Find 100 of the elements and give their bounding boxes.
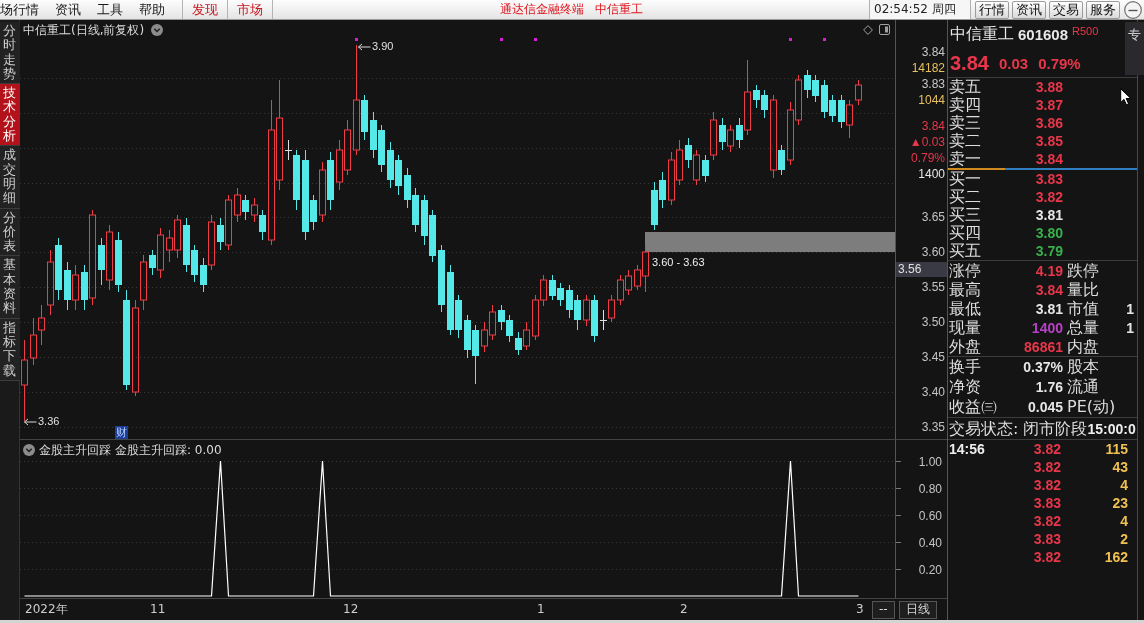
minimize-icon[interactable] (1123, 0, 1142, 19)
stat-value: 1 (1125, 299, 1135, 318)
order-label: 卖五 (949, 78, 982, 96)
order-label: 买一 (949, 170, 982, 188)
menu-item[interactable]: 帮助 (131, 0, 173, 19)
side-tab[interactable]: 分价表 (0, 208, 20, 257)
date-label: 2022年 (25, 602, 68, 616)
tick-price: 3.82 (1032, 477, 1061, 493)
order-label: 卖二 (949, 132, 982, 150)
menu-link[interactable]: 发现 (192, 0, 218, 19)
stat-value: 0.045 (1026, 398, 1063, 416)
stat-label: 最低 (949, 299, 982, 318)
side-tab[interactable]: 指标下载 (0, 318, 20, 381)
axis-marker-label: 0.79% (910, 150, 945, 166)
tick-volume: 2 (1119, 531, 1128, 547)
order-price: 3.86 (1034, 114, 1063, 132)
axis-marker-label: 3.84 (921, 118, 945, 134)
price-change-percent: 0.79% (1038, 54, 1081, 72)
tick-price: 3.82 (1032, 459, 1061, 475)
menu-item[interactable]: 场行情 (0, 0, 47, 19)
order-label: 买二 (949, 188, 982, 206)
toolbar-button[interactable]: 行情 (974, 0, 1009, 19)
tick-price: 3.83 (1032, 531, 1061, 547)
side-panel-button[interactable]: 专 (1125, 22, 1144, 75)
panel-toggle-icon[interactable] (879, 24, 890, 35)
axis-marker-label: 3.84 (921, 44, 945, 60)
order-price: 3.81 (1034, 206, 1063, 224)
axis-label: 0.20 (918, 562, 942, 577)
axis-label: 0.80 (918, 481, 942, 496)
stat-label: 净资 (949, 378, 982, 396)
clock-text: 02:54:52 周四 (869, 0, 971, 19)
axis-label: 0.60 (918, 508, 942, 523)
axis-label: 3.65 (921, 210, 945, 224)
side-tab[interactable]: 成交明细 (0, 146, 20, 209)
indicator-title: 金股主升回踩 (39, 443, 111, 457)
price-change: 0.03 (998, 54, 1029, 72)
tick-price: 3.82 (1032, 513, 1061, 529)
stat-label: 流通 (1066, 378, 1100, 396)
menu-item[interactable]: 工具 (89, 0, 131, 19)
period-button[interactable]: 日线 (898, 600, 937, 619)
date-label: 1 (537, 602, 545, 616)
zoom-button[interactable]: -- (872, 600, 895, 619)
order-label: 买五 (949, 242, 982, 260)
axis-marker-label: 14182 (911, 60, 945, 76)
stock-name: 中信重工 (950, 24, 1014, 45)
tick-price: 3.83 (1032, 495, 1061, 511)
stock-title: 中信重工 (595, 1, 643, 18)
stat-label: 换手 (949, 358, 982, 376)
side-tab[interactable]: 技术分析 (0, 84, 20, 147)
tick-volume: 4 (1119, 477, 1128, 493)
menu-item[interactable]: 资讯 (47, 0, 89, 19)
axis-label: 1.00 (918, 454, 942, 469)
date-label: 2 (680, 602, 688, 616)
stat-value: 3.81 (1034, 299, 1063, 318)
stat-value: 3.84 (1034, 280, 1063, 299)
stat-label: 总量 (1066, 318, 1100, 337)
menu-link[interactable]: 市场 (237, 0, 263, 19)
tick-volume: 23 (1111, 495, 1128, 511)
side-tab[interactable]: 分时走势 (0, 22, 20, 85)
mouse-pointer-icon (1120, 88, 1132, 106)
axis-label: 3.55 (921, 280, 945, 294)
side-tab[interactable]: 基本资料 (0, 256, 20, 319)
status-time: 15:00:0 (1087, 420, 1136, 437)
stat-label: 量比 (1066, 280, 1100, 299)
order-label: 买三 (949, 206, 982, 224)
axis-label: 3.45 (921, 350, 945, 364)
tick-volume: 115 (1104, 441, 1128, 457)
stat-label: 最高 (949, 280, 982, 299)
order-label: 卖三 (949, 114, 982, 132)
order-price: 3.84 (1034, 150, 1063, 168)
tick-time: 14:56 (949, 441, 986, 457)
stat-label: PE(动) (1066, 398, 1115, 416)
stock-code: 601608 (1018, 26, 1069, 43)
last-price: 3.84 (950, 51, 989, 75)
toolbar-button[interactable]: 服务 (1085, 0, 1120, 19)
stat-value: 0.37% (1022, 358, 1063, 376)
toolbar-button[interactable]: 资讯 (1011, 0, 1046, 19)
stat-value: 1.76 (1034, 378, 1063, 396)
axis-label: 3.40 (921, 385, 945, 399)
tick-price: 3.82 (1032, 549, 1061, 565)
indicator-legend: 金股主升回踩: 0.00 (115, 443, 222, 457)
axis-label: 3.60 (921, 245, 945, 259)
axis-label: 0.40 (918, 535, 942, 550)
axis-label: 3.50 (921, 315, 945, 329)
tick-volume: 4 (1119, 513, 1128, 529)
chart-title: 中信重工(日线,前复权) (23, 23, 145, 37)
stat-label: 涨停 (949, 261, 982, 280)
dropdown-icon[interactable] (151, 24, 164, 36)
date-label: 3 (856, 602, 864, 616)
tick-price: 3.82 (1032, 441, 1061, 457)
order-label: 卖一 (949, 150, 982, 168)
axis-marker-label: 1044 (918, 92, 945, 108)
indicator-menu-icon[interactable] (23, 444, 35, 456)
stat-label: 股本 (1066, 358, 1100, 376)
tick-volume: 162 (1103, 549, 1128, 565)
date-label: 11 (150, 602, 166, 616)
diamond-icon[interactable] (863, 24, 873, 35)
finance-tag[interactable]: 财 (115, 426, 128, 439)
toolbar-button[interactable]: 交易 (1048, 0, 1083, 19)
order-price: 3.88 (1034, 78, 1063, 96)
